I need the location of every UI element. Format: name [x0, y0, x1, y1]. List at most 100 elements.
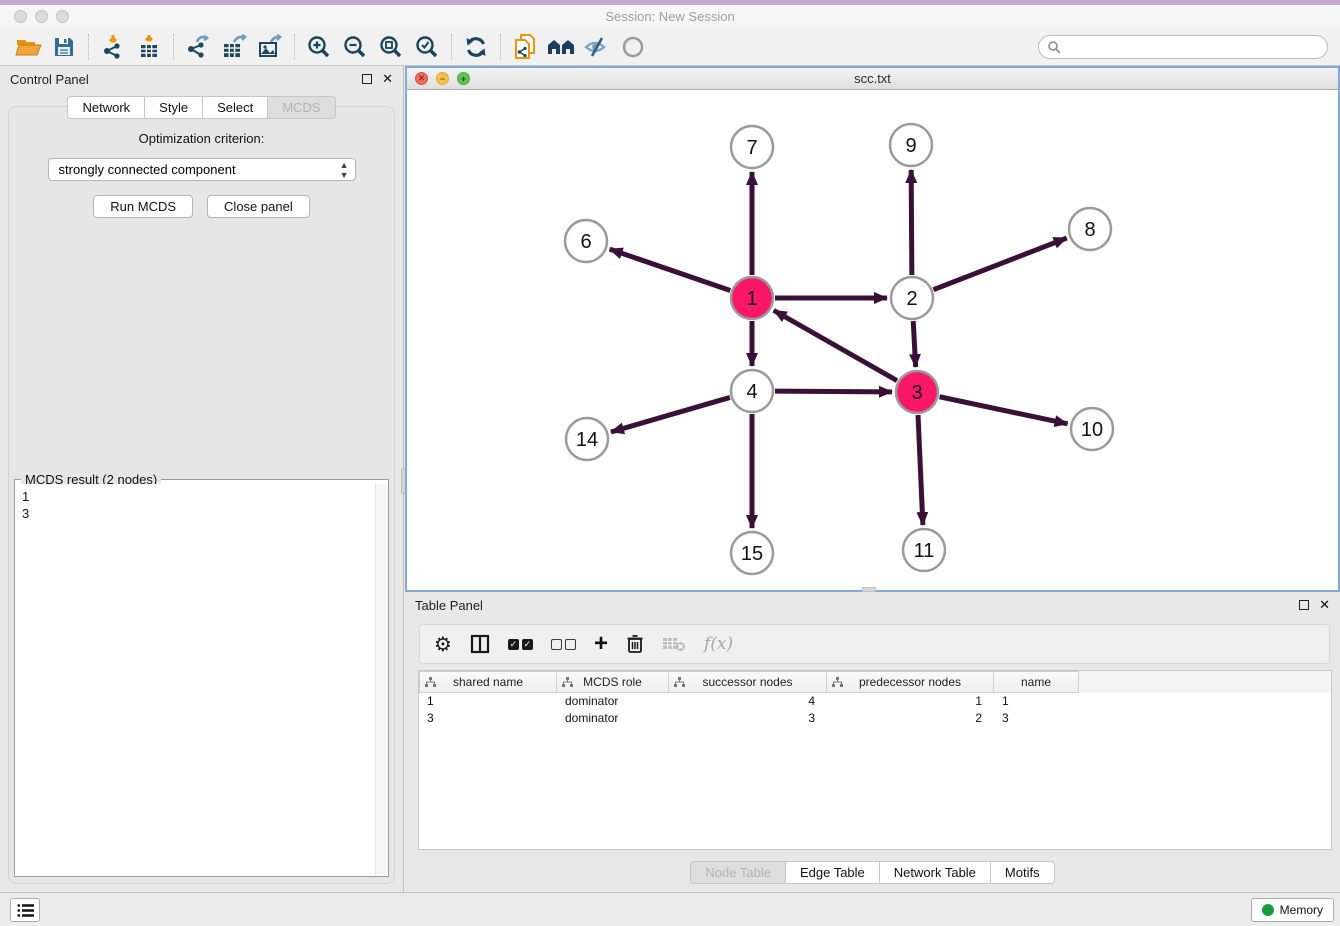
graph-edge-1-6[interactable] [610, 249, 731, 290]
toolbar-separator [88, 34, 89, 60]
titlebar: Session: New Session [0, 5, 1340, 28]
graph-edge-3-11[interactable] [918, 415, 923, 525]
window-title: Session: New Session [0, 9, 1340, 24]
function-builder-icon[interactable]: f(x) [704, 634, 733, 654]
table-cell[interactable]: 4 [669, 693, 827, 710]
zoom-selected-icon[interactable] [409, 32, 445, 62]
criterion-select[interactable]: strongly connected component ▲▼ [48, 158, 356, 181]
tab-mcds[interactable]: MCDS [268, 96, 335, 119]
show-all-icon[interactable] [615, 32, 651, 62]
control-panel: Control Panel ✕ Network Style Select MCD… [0, 66, 404, 892]
mcds-panel: Optimization criterion: strongly connect… [8, 106, 395, 884]
graph-edge-3-10[interactable] [940, 397, 1068, 424]
first-neighbors-icon[interactable] [543, 32, 579, 62]
mcds-result-group: MCDS result (2 nodes) 1 3 [14, 479, 389, 877]
table-cell[interactable]: 3 [994, 710, 1079, 727]
run-mcds-button[interactable]: Run MCDS [93, 195, 193, 218]
graph-edge-4-14[interactable] [611, 397, 730, 432]
graph-node-label-6: 6 [580, 231, 591, 253]
status-bar: Memory [0, 892, 1340, 926]
refresh-layout-icon[interactable] [458, 32, 494, 62]
graph-edge-3-1[interactable] [774, 310, 897, 380]
table-cell[interactable]: 1 [827, 693, 994, 710]
table-row[interactable]: 1dominator411 [419, 693, 1331, 710]
import-table-icon[interactable] [131, 32, 167, 62]
open-file-icon[interactable] [10, 32, 46, 62]
table-body: 1dominator4113dominator323 [419, 693, 1331, 727]
column-header-successor-nodes[interactable]: successor nodes [669, 671, 827, 693]
criterion-value: strongly connected component [59, 162, 236, 177]
hide-selected-icon[interactable] [579, 32, 615, 62]
network-window-titlebar[interactable]: ✕ − + scc.txt [407, 68, 1338, 90]
column-header-name[interactable]: name [994, 671, 1079, 693]
float-panel-icon[interactable] [362, 74, 372, 84]
tab-motifs[interactable]: Motifs [991, 861, 1055, 884]
export-table-icon[interactable] [216, 32, 252, 62]
select-all-rows-icon[interactable]: ✓✓ [508, 639, 533, 650]
delete-column-icon[interactable] [626, 634, 644, 654]
tab-network-table[interactable]: Network Table [880, 861, 991, 884]
node-table[interactable]: shared nameMCDS rolesuccessor nodesprede… [418, 670, 1332, 850]
table-settings-gear-icon[interactable]: ⚙ [434, 632, 452, 657]
table-row[interactable]: 3dominator323 [419, 710, 1331, 727]
network-view-window: ✕ − + scc.txt 7968124314101511 [405, 66, 1340, 592]
memory-button[interactable]: Memory [1251, 898, 1334, 922]
graph-node-label-10: 10 [1081, 419, 1103, 441]
memory-label: Memory [1280, 903, 1323, 917]
application-window: Session: New Session [0, 0, 1340, 926]
graph-edge-4-3[interactable] [775, 391, 892, 392]
column-header-MCDS-role[interactable]: MCDS role [557, 671, 669, 693]
toolbar-separator [451, 34, 452, 60]
network-canvas[interactable]: 7968124314101511 [407, 90, 1338, 590]
close-panel-icon[interactable]: ✕ [382, 74, 393, 84]
toolbar-separator [173, 34, 174, 60]
zoom-out-icon[interactable] [337, 32, 373, 62]
clone-network-icon[interactable] [507, 32, 543, 62]
zoom-fit-icon[interactable] [373, 32, 409, 62]
delete-table-icon[interactable] [662, 635, 686, 653]
graph-node-label-14: 14 [576, 429, 598, 451]
memory-status-icon [1262, 904, 1274, 916]
table-cell[interactable]: 3 [419, 710, 557, 727]
import-network-icon[interactable] [95, 32, 131, 62]
graph-node-label-15: 15 [741, 543, 763, 565]
export-image-icon[interactable] [252, 32, 288, 62]
graph-edge-2-8[interactable] [933, 238, 1066, 290]
save-session-icon[interactable] [46, 32, 82, 62]
tab-select[interactable]: Select [203, 96, 268, 119]
float-table-panel-icon[interactable] [1299, 600, 1309, 610]
export-network-icon[interactable] [180, 32, 216, 62]
mcds-result-text[interactable]: 1 3 [16, 484, 375, 875]
column-layout-icon[interactable] [470, 634, 490, 654]
table-cell[interactable]: 2 [827, 710, 994, 727]
table-cell[interactable]: 3 [669, 710, 827, 727]
list-icon [17, 903, 34, 918]
graph-edge-2-9[interactable] [911, 170, 912, 275]
table-cell[interactable]: 1 [994, 693, 1079, 710]
deselect-all-rows-icon[interactable] [551, 639, 576, 650]
search-input[interactable] [1065, 40, 1327, 54]
table-cell[interactable]: dominator [557, 693, 669, 710]
close-table-panel-icon[interactable]: ✕ [1319, 600, 1330, 610]
result-scrollbar[interactable] [375, 484, 387, 875]
tab-node-table[interactable]: Node Table [690, 861, 786, 884]
graph-edge-2-3[interactable] [913, 321, 915, 367]
network-graph[interactable]: 7968124314101511 [407, 90, 1338, 590]
tab-edge-table[interactable]: Edge Table [786, 861, 880, 884]
close-panel-button[interactable]: Close panel [207, 195, 310, 218]
zoom-in-icon[interactable] [301, 32, 337, 62]
table-panel: Table Panel ✕ ⚙ ✓✓ + f(x) shared nameMCD… [405, 592, 1340, 892]
column-header-predecessor-nodes[interactable]: predecessor nodes [827, 671, 994, 693]
graph-node-label-3: 3 [911, 382, 922, 404]
task-history-button[interactable] [10, 898, 40, 922]
table-cell[interactable]: dominator [557, 710, 669, 727]
add-column-icon[interactable]: + [594, 634, 608, 654]
graph-node-label-4: 4 [746, 381, 757, 403]
toolbar-separator [294, 34, 295, 60]
tab-network[interactable]: Network [67, 96, 145, 119]
table-cell[interactable]: 1 [419, 693, 557, 710]
column-header-shared-name[interactable]: shared name [419, 671, 557, 693]
tab-style[interactable]: Style [145, 96, 203, 119]
search-field[interactable] [1038, 35, 1328, 59]
control-panel-title: Control Panel [10, 72, 362, 87]
